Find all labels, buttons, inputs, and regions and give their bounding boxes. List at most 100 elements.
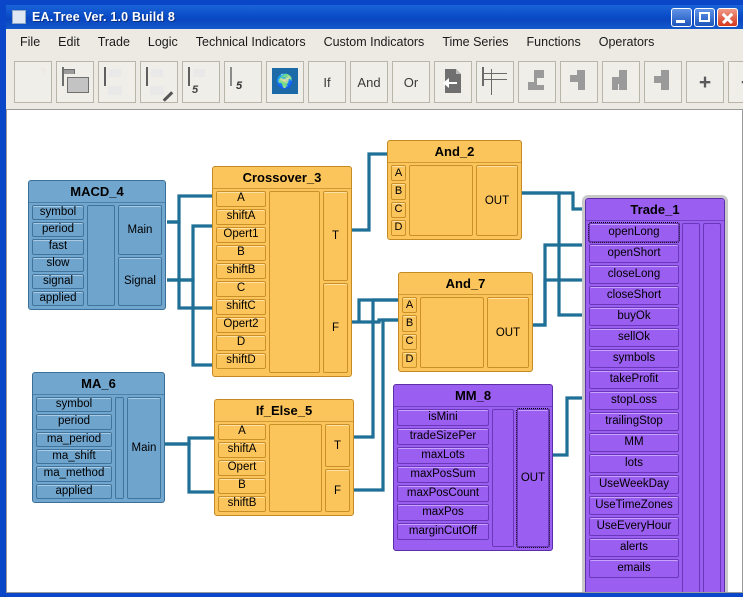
open-file-button[interactable] <box>56 61 94 103</box>
port-ifelse-t[interactable]: T <box>325 424 350 467</box>
port-crossover-d[interactable]: D <box>216 335 266 351</box>
step-up-button[interactable] <box>518 61 556 103</box>
port-mm-out[interactable]: OUT <box>516 408 550 548</box>
port-mm-maxposcount[interactable]: maxPosCount <box>397 485 489 502</box>
port-macd-signal[interactable]: signal <box>32 273 84 289</box>
port-trade-stoploss[interactable]: stopLoss <box>589 391 679 410</box>
menu-item-functions[interactable]: Functions <box>518 32 590 52</box>
maximize-button[interactable] <box>694 7 715 27</box>
or-button[interactable]: Or <box>392 61 430 103</box>
port-crossover-opert2[interactable]: Opert2 <box>216 317 266 333</box>
port-crossover-a[interactable]: A <box>216 191 266 207</box>
port-trade-mm[interactable]: MM <box>589 433 679 452</box>
port-macd-applied[interactable]: applied <box>32 290 84 307</box>
port-trade-usetimezones[interactable]: UseTimeZones <box>589 496 679 515</box>
port-trade-closeshort[interactable]: closeShort <box>589 286 679 305</box>
node-and-2[interactable]: And_2 A B C D OUT <box>387 140 522 240</box>
diagram-canvas[interactable]: MACD_4 symbol period fast slow signal ap… <box>6 109 743 593</box>
port-and7-b[interactable]: B <box>402 315 417 332</box>
close-button[interactable] <box>717 7 738 27</box>
port-ifelse-shifta[interactable]: shiftA <box>218 442 266 458</box>
step-cross-up-button[interactable] <box>602 61 640 103</box>
return-button[interactable] <box>434 61 472 103</box>
menu-item-operators[interactable]: Operators <box>590 32 664 52</box>
port-ma-symbol[interactable]: symbol <box>36 397 112 413</box>
port-trade-lots[interactable]: lots <box>589 454 679 473</box>
port-ma-ma-shift[interactable]: ma_shift <box>36 448 112 465</box>
port-ifelse-f[interactable]: F <box>325 469 350 512</box>
port-mm-margincutoff[interactable]: marginCutOff <box>397 523 489 540</box>
port-ma-period[interactable]: period <box>36 414 112 430</box>
node-mm-8[interactable]: MM_8 isMini tradeSizePer maxLots maxPosS… <box>393 384 553 551</box>
port-ma-main[interactable]: Main <box>127 397 161 499</box>
minimize-button[interactable] <box>671 7 692 27</box>
port-trade-openshort[interactable]: openShort <box>589 244 679 263</box>
save-as-button[interactable] <box>140 61 178 103</box>
add-button[interactable]: + <box>686 61 724 103</box>
port-ma-ma-period[interactable]: ma_period <box>36 431 112 447</box>
save-button[interactable] <box>98 61 136 103</box>
port-crossover-shiftc[interactable]: shiftC <box>216 299 266 315</box>
port-and2-c[interactable]: C <box>391 201 406 218</box>
port-macd-fast[interactable]: fast <box>32 239 84 255</box>
port-and7-out[interactable]: OUT <box>487 297 529 368</box>
port-and7-d[interactable]: D <box>402 351 417 368</box>
node-and-7[interactable]: And_7 A B C D OUT <box>398 272 533 372</box>
menu-item-file[interactable]: File <box>11 32 49 52</box>
table-button[interactable] <box>476 61 514 103</box>
port-trade-emails[interactable]: emails <box>589 559 679 578</box>
port-trade-useeveryhour[interactable]: UseEveryHour <box>589 517 679 536</box>
node-ma-6[interactable]: MA_6 symbol period ma_period ma_shift ma… <box>32 372 165 503</box>
port-and2-d[interactable]: D <box>391 219 406 236</box>
port-ifelse-opert[interactable]: Opert <box>218 460 266 476</box>
menu-item-trade[interactable]: Trade <box>89 32 139 52</box>
port-crossover-c[interactable]: C <box>216 281 266 297</box>
port-trade-symbols[interactable]: symbols <box>589 349 679 368</box>
node-trade-1[interactable]: Trade_1 openLong openShort closeLong clo… <box>582 195 728 592</box>
save-mq5-button[interactable]: 5 <box>182 61 220 103</box>
port-and2-out[interactable]: OUT <box>476 165 518 236</box>
port-trade-sellok[interactable]: sellOk <box>589 328 679 347</box>
port-crossover-f[interactable]: F <box>323 283 348 373</box>
port-trade-trailingstop[interactable]: trailingStop <box>589 412 679 431</box>
port-mm-maxlots[interactable]: maxLots <box>397 447 489 464</box>
port-mm-maxpos[interactable]: maxPos <box>397 504 489 521</box>
new-file-button[interactable] <box>14 61 52 103</box>
remove-button[interactable]: − <box>728 61 743 103</box>
port-and7-a[interactable]: A <box>402 297 417 314</box>
port-mm-ismini[interactable]: isMini <box>397 409 489 426</box>
port-and7-c[interactable]: C <box>402 333 417 350</box>
globe-button[interactable]: 🌍 <box>266 61 304 103</box>
port-trade-openlong[interactable]: openLong <box>588 222 680 243</box>
port-ifelse-b[interactable]: B <box>218 478 266 494</box>
port-and2-b[interactable]: B <box>391 183 406 200</box>
port-macd-period[interactable]: period <box>32 222 84 238</box>
menu-item-edit[interactable]: Edit <box>49 32 89 52</box>
port-trade-closelong[interactable]: closeLong <box>589 265 679 284</box>
menu-item-technical-indicators[interactable]: Technical Indicators <box>187 32 315 52</box>
port-trade-useweekday[interactable]: UseWeekDay <box>589 475 679 494</box>
port-and2-a[interactable]: A <box>391 165 406 182</box>
port-ma-ma-method[interactable]: ma_method <box>36 466 112 482</box>
port-trade-takeprofit[interactable]: takeProfit <box>589 370 679 389</box>
menu-item-logic[interactable]: Logic <box>139 32 187 52</box>
port-macd-signal-out[interactable]: Signal <box>118 256 162 306</box>
port-crossover-b[interactable]: B <box>216 245 266 261</box>
menu-item-time-series[interactable]: Time Series <box>433 32 517 52</box>
and-button[interactable]: And <box>350 61 388 103</box>
port-crossover-shiftb[interactable]: shiftB <box>216 263 266 279</box>
new-mq5-button[interactable]: 5 <box>224 61 262 103</box>
port-macd-symbol[interactable]: symbol <box>32 205 84 221</box>
port-ifelse-a[interactable]: A <box>218 424 266 440</box>
port-macd-main[interactable]: Main <box>118 205 162 255</box>
node-macd-4[interactable]: MACD_4 symbol period fast slow signal ap… <box>28 180 166 310</box>
port-trade-alerts[interactable]: alerts <box>589 538 679 557</box>
if-button[interactable]: If <box>308 61 346 103</box>
port-mm-tradesizeper[interactable]: tradeSizePer <box>397 428 489 445</box>
node-if-else-5[interactable]: If_Else_5 A shiftA Opert B shiftB T F <box>214 399 354 516</box>
step-cross-down-button[interactable] <box>644 61 682 103</box>
port-crossover-opert1[interactable]: Opert1 <box>216 227 266 243</box>
step-down-button[interactable] <box>560 61 598 103</box>
port-macd-slow[interactable]: slow <box>32 256 84 272</box>
port-ifelse-shiftb[interactable]: shiftB <box>218 496 266 512</box>
